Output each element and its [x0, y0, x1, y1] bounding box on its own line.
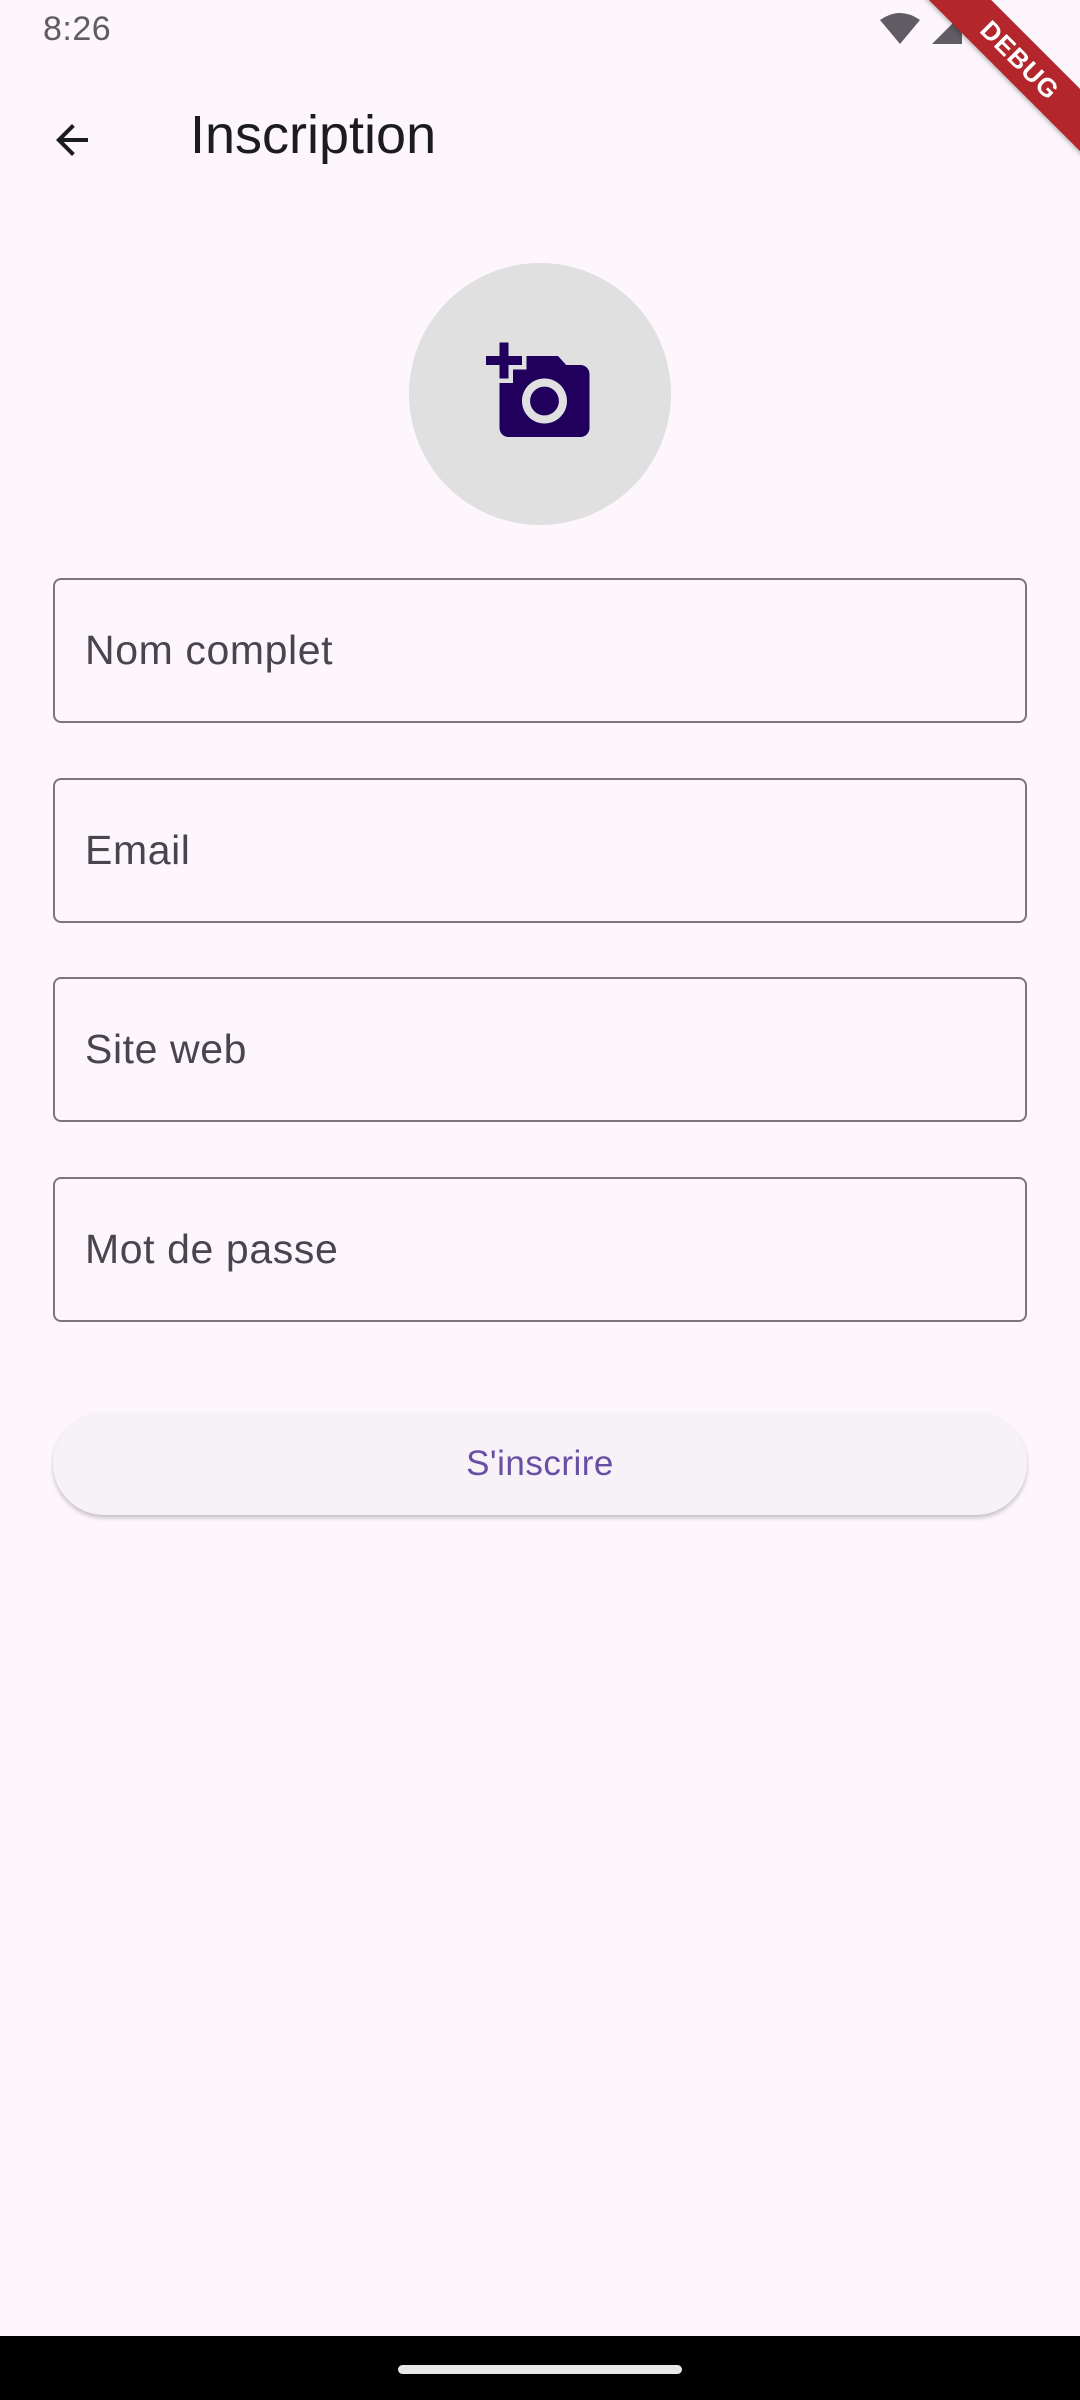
- home-gesture-handle[interactable]: [398, 2365, 682, 2374]
- email-field[interactable]: [53, 778, 1027, 923]
- website-field[interactable]: [53, 977, 1027, 1122]
- website-input[interactable]: [55, 979, 1025, 1120]
- full-name-field[interactable]: [53, 578, 1027, 723]
- email-input[interactable]: [55, 780, 1025, 921]
- battery-icon: [974, 12, 994, 46]
- password-input[interactable]: [55, 1179, 1025, 1320]
- status-bar: 8:26: [0, 0, 1080, 60]
- register-button[interactable]: S'inscrire: [53, 1412, 1027, 1515]
- page-title: Inscription: [190, 105, 437, 165]
- status-time: 8:26: [43, 10, 112, 48]
- back-button[interactable]: [30, 100, 114, 184]
- password-field[interactable]: [53, 1177, 1027, 1322]
- arrow-back-icon: [48, 116, 96, 169]
- add-a-photo-icon: [486, 338, 594, 451]
- wifi-icon: [880, 12, 920, 46]
- signal-icon: [930, 12, 964, 46]
- app-bar: Inscription: [0, 60, 1080, 210]
- navigation-bar: [0, 2336, 1080, 2400]
- status-icons: [880, 12, 994, 46]
- avatar-picker[interactable]: [409, 263, 671, 525]
- full-name-input[interactable]: [55, 580, 1025, 721]
